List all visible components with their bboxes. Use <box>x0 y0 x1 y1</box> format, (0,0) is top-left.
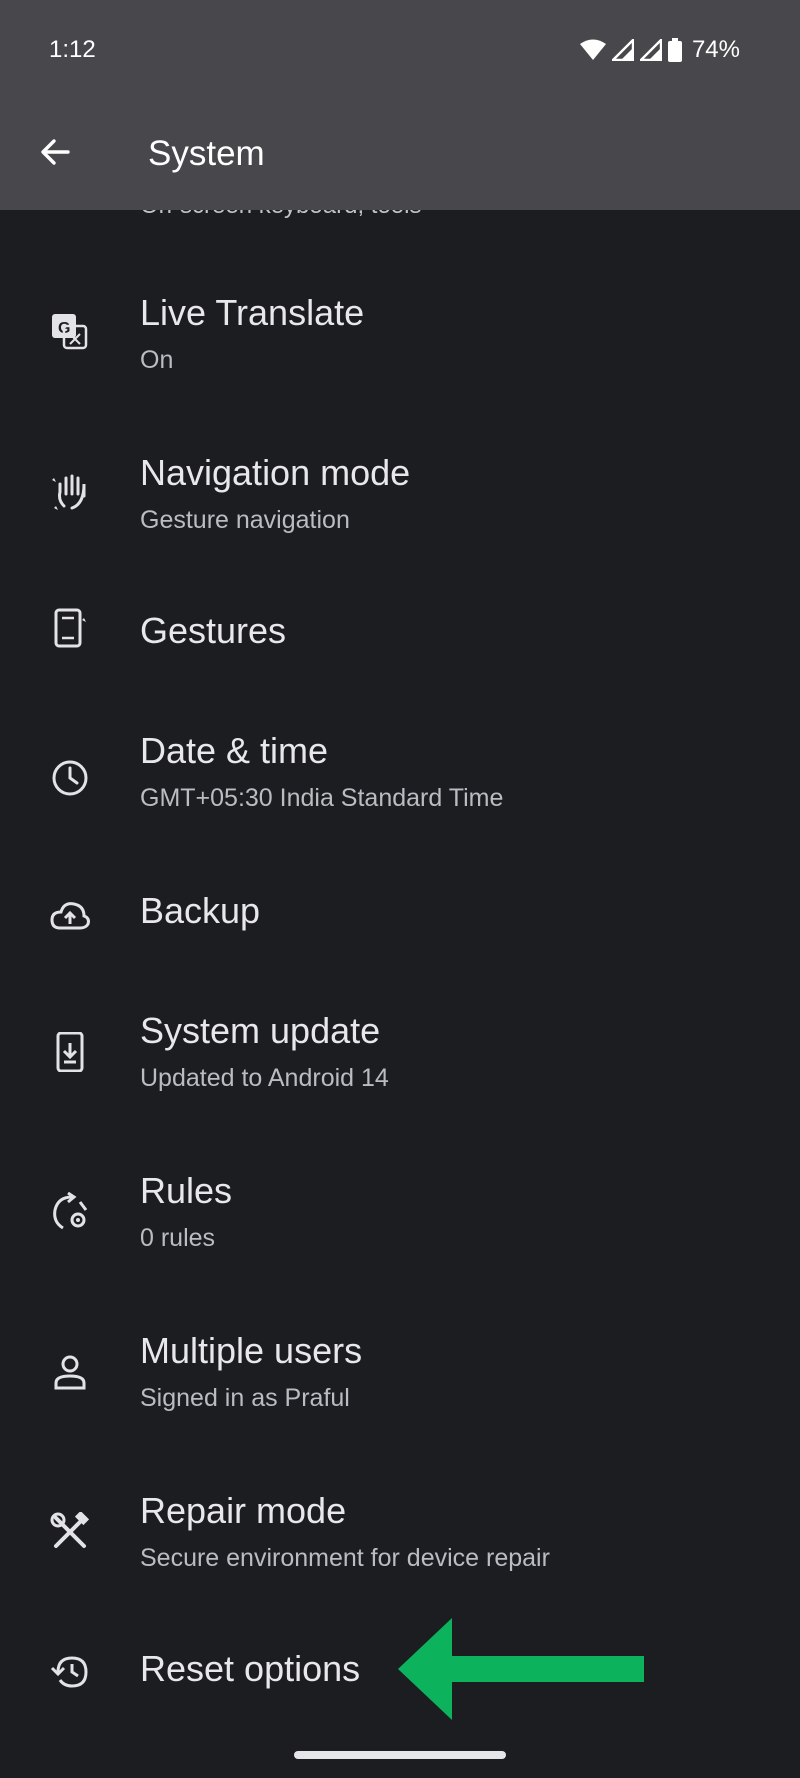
item-label: Multiple users <box>140 1330 363 1371</box>
rules-icon <box>53 1192 88 1230</box>
item-label: Gestures <box>140 610 287 651</box>
item-label: Live Translate <box>140 292 365 333</box>
item-label: Reset options <box>140 1648 361 1689</box>
item-subtitle: Signed in as Praful <box>140 1384 350 1412</box>
item-subtitle: GMT+05:30 India Standard Time <box>140 784 504 812</box>
phone-gesture-icon <box>54 608 86 648</box>
repair-tools-icon <box>50 1512 90 1548</box>
item-label: Date & time <box>140 730 329 771</box>
item-label: Backup <box>140 890 261 931</box>
app-bar <box>0 100 800 210</box>
settings-item-navigation-mode[interactable]: Navigation mode Gesture navigation <box>0 410 800 540</box>
item-label: Rules <box>140 1170 233 1211</box>
wifi-icon <box>579 39 606 60</box>
page-title: System <box>148 134 265 173</box>
item-subtitle: Updated to Android 14 <box>140 1064 389 1092</box>
cloud-upload-icon <box>50 902 90 930</box>
settings-item-date-time[interactable]: Date & time GMT+05:30 India Standard Tim… <box>0 710 800 840</box>
settings-item-repair-mode[interactable]: Repair mode Secure environment for devic… <box>0 1490 800 1620</box>
battery-percentage: 74% <box>691 36 740 63</box>
translate-icon: G <box>52 314 88 350</box>
item-label: Repair mode <box>140 1490 347 1531</box>
status-time: 1:12 <box>49 36 96 63</box>
clock-icon <box>52 760 88 796</box>
status-icons: 74% <box>579 36 740 64</box>
item-subtitle: On <box>140 346 174 374</box>
gesture-hand-icon <box>52 474 86 510</box>
item-label: Navigation mode <box>140 452 411 493</box>
battery-icon <box>667 38 682 62</box>
settings-item-live-translate[interactable]: G Live Translate On <box>0 250 800 380</box>
annotation-arrow-icon <box>398 1618 644 1720</box>
item-subtitle: Secure environment for device repair <box>140 1544 550 1572</box>
home-indicator[interactable] <box>294 1751 506 1759</box>
settings-item-backup[interactable]: Backup <box>0 870 800 1000</box>
settings-item-system-update[interactable]: System update Updated to Android 14 <box>0 1010 800 1140</box>
signal-icon-2 <box>639 39 662 61</box>
item-subtitle: 0 rules <box>140 1224 216 1252</box>
item-subtitle: Gesture navigation <box>140 506 350 534</box>
status-bar: 1:12 74% <box>0 0 800 100</box>
settings-item-rules[interactable]: Rules 0 rules <box>0 1170 800 1300</box>
settings-item-gestures[interactable]: Gestures <box>0 580 800 710</box>
item-label: System update <box>140 1010 381 1051</box>
history-icon <box>50 1656 88 1688</box>
system-update-icon <box>56 1032 84 1072</box>
signal-icon <box>611 39 634 61</box>
settings-item-multiple-users[interactable]: Multiple users Signed in as Praful <box>0 1330 800 1460</box>
person-icon <box>54 1355 86 1390</box>
back-arrow-icon[interactable] <box>36 132 76 172</box>
